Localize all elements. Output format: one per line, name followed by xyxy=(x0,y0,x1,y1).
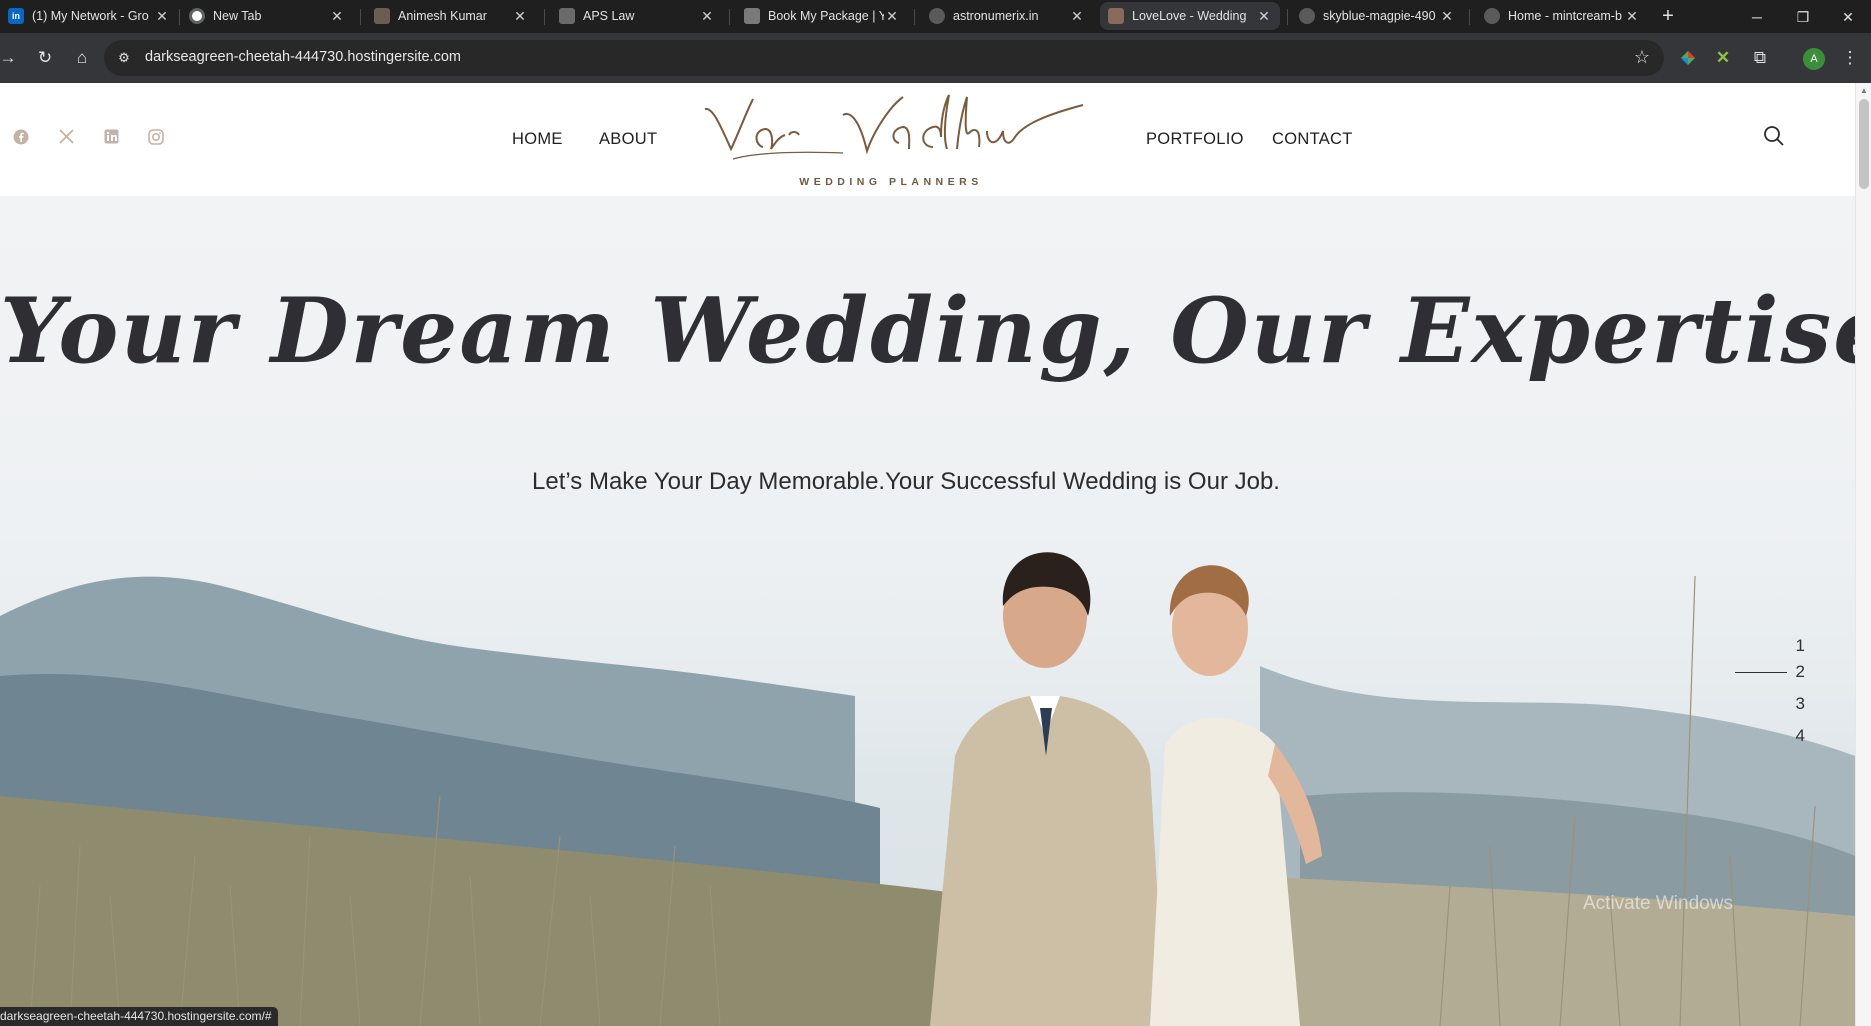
search-icon[interactable] xyxy=(1763,125,1785,147)
chrome-icon xyxy=(189,8,205,24)
forward-icon[interactable]: → xyxy=(0,44,22,72)
close-icon[interactable]: ✕ xyxy=(1256,8,1272,24)
page-scrollbar[interactable]: ▲ xyxy=(1855,83,1871,1026)
status-bar-url: darkseagreen-cheetah-444730.hostingersit… xyxy=(0,1007,278,1026)
instagram-icon[interactable] xyxy=(147,129,165,147)
tab-title: New Tab xyxy=(213,9,262,23)
activate-windows-watermark: Activate Windows xyxy=(1583,893,1733,914)
close-icon[interactable]: ✕ xyxy=(154,8,170,24)
scrollbar-thumb[interactable] xyxy=(1859,99,1869,189)
close-icon[interactable]: ✕ xyxy=(1439,8,1455,24)
reload-icon[interactable]: ↻ xyxy=(31,44,59,72)
minimize-button[interactable]: ─ xyxy=(1734,4,1780,30)
site-logo[interactable]: WEDDING PLANNERS xyxy=(693,87,1089,195)
url-text[interactable]: darkseagreen-cheetah-444730.hostingersit… xyxy=(145,49,461,65)
logo-tagline: WEDDING PLANNERS xyxy=(799,176,983,188)
hero-title: Your Dream Wedding, Our Expertise. xyxy=(0,278,1855,384)
tab-title: Animesh Kumar xyxy=(398,9,487,23)
tab-new-tab[interactable]: New Tab ✕ xyxy=(181,2,353,30)
logo-script-icon xyxy=(704,94,1084,160)
tab-book-my-package[interactable]: Book My Package | Yo ✕ xyxy=(736,2,908,30)
close-icon[interactable]: ✕ xyxy=(699,8,715,24)
tab-title: Book My Package | Yo xyxy=(768,9,884,23)
tab-linkedin[interactable]: in (1) My Network - Gro ✕ xyxy=(0,2,178,30)
facebook-icon[interactable] xyxy=(12,129,30,147)
close-icon[interactable]: ✕ xyxy=(512,8,528,24)
hero-slider: Your Dream Wedding, Our Expertise. Let’s… xyxy=(0,196,1855,1026)
tab-title: skyblue-magpie-490 xyxy=(1323,9,1436,23)
extensions-puzzle-icon[interactable]: ⧉ xyxy=(1746,44,1774,72)
close-icon[interactable]: ✕ xyxy=(329,8,345,24)
nav-contact[interactable]: CONTACT xyxy=(1272,130,1353,149)
bookmark-star-icon[interactable]: ☆ xyxy=(1634,47,1650,68)
home-icon[interactable]: ⌂ xyxy=(68,44,96,72)
restore-button[interactable]: ❐ xyxy=(1780,4,1826,30)
site-info-icon[interactable]: ⚙ xyxy=(114,48,134,68)
profile-icon xyxy=(374,8,390,24)
close-icon[interactable]: ✕ xyxy=(1069,8,1085,24)
site-header: HOME ABOUT WEDDING PLANNERS PORTFOLIO CO… xyxy=(0,83,1855,196)
tab-title: astronumerix.in xyxy=(953,9,1039,23)
nav-about[interactable]: ABOUT xyxy=(599,130,657,149)
x-icon[interactable] xyxy=(57,129,75,147)
browser-toolbar: → ↻ ⌂ ⚙ darkseagreen-cheetah-444730.host… xyxy=(0,33,1871,83)
menu-kebab-icon[interactable]: ⋮ xyxy=(1836,44,1864,72)
tab-home-mintcream[interactable]: Home - mintcream-b ✕ xyxy=(1476,2,1648,30)
tab-aps-law[interactable]: APS Law ✕ xyxy=(551,2,723,30)
tab-title: Home - mintcream-b xyxy=(1508,9,1622,23)
scroll-up-icon[interactable]: ▲ xyxy=(1860,86,1868,95)
browser-tab-strip: in (1) My Network - Gro ✕ New Tab ✕ Anim… xyxy=(0,0,1871,33)
linkedin-icon[interactable] xyxy=(102,129,120,147)
profile-avatar[interactable]: A xyxy=(1803,48,1825,70)
close-window-button[interactable]: ✕ xyxy=(1825,4,1871,30)
globe-icon xyxy=(1484,8,1500,24)
color-picker-extension-icon[interactable] xyxy=(1674,44,1702,72)
new-tab-button[interactable]: + xyxy=(1655,4,1681,30)
tab-skyblue-magpie[interactable]: skyblue-magpie-490 ✕ xyxy=(1291,2,1463,30)
slide-dot-1[interactable]: 1 xyxy=(1785,636,1805,656)
extension-x-icon[interactable]: ✕ xyxy=(1709,44,1737,72)
linkedin-icon: in xyxy=(8,8,24,24)
slide-pagination: 1 2 3 4 xyxy=(1735,636,1815,766)
active-slide-indicator xyxy=(1735,672,1787,673)
globe-icon xyxy=(1299,8,1315,24)
tab-animesh-kumar[interactable]: Animesh Kumar ✕ xyxy=(366,2,536,30)
globe-icon xyxy=(929,8,945,24)
close-icon[interactable]: ✕ xyxy=(884,8,900,24)
tab-title: (1) My Network - Gro xyxy=(32,9,149,23)
nav-home[interactable]: HOME xyxy=(512,130,563,149)
nav-portfolio[interactable]: PORTFOLIO xyxy=(1146,130,1244,149)
slide-dot-4[interactable]: 4 xyxy=(1785,726,1805,746)
tab-lovelove-wedding[interactable]: LoveLove - Wedding ✕ xyxy=(1100,2,1280,30)
close-icon[interactable]: ✕ xyxy=(1624,8,1640,24)
slide-dot-3[interactable]: 3 xyxy=(1785,694,1805,714)
web-page: HOME ABOUT WEDDING PLANNERS PORTFOLIO CO… xyxy=(0,83,1871,1026)
law-icon xyxy=(559,8,575,24)
tab-astronumerix[interactable]: astronumerix.in ✕ xyxy=(921,2,1093,30)
wedding-icon xyxy=(1108,8,1124,24)
tab-title: APS Law xyxy=(583,9,635,23)
tab-title: LoveLove - Wedding xyxy=(1132,9,1247,23)
slide-dot-2[interactable]: 2 xyxy=(1785,662,1805,682)
hero-subtitle: Let’s Make Your Day Memorable.Your Succe… xyxy=(532,468,1280,495)
address-bar[interactable]: ⚙ darkseagreen-cheetah-444730.hostingers… xyxy=(104,40,1664,76)
package-icon xyxy=(744,8,760,24)
